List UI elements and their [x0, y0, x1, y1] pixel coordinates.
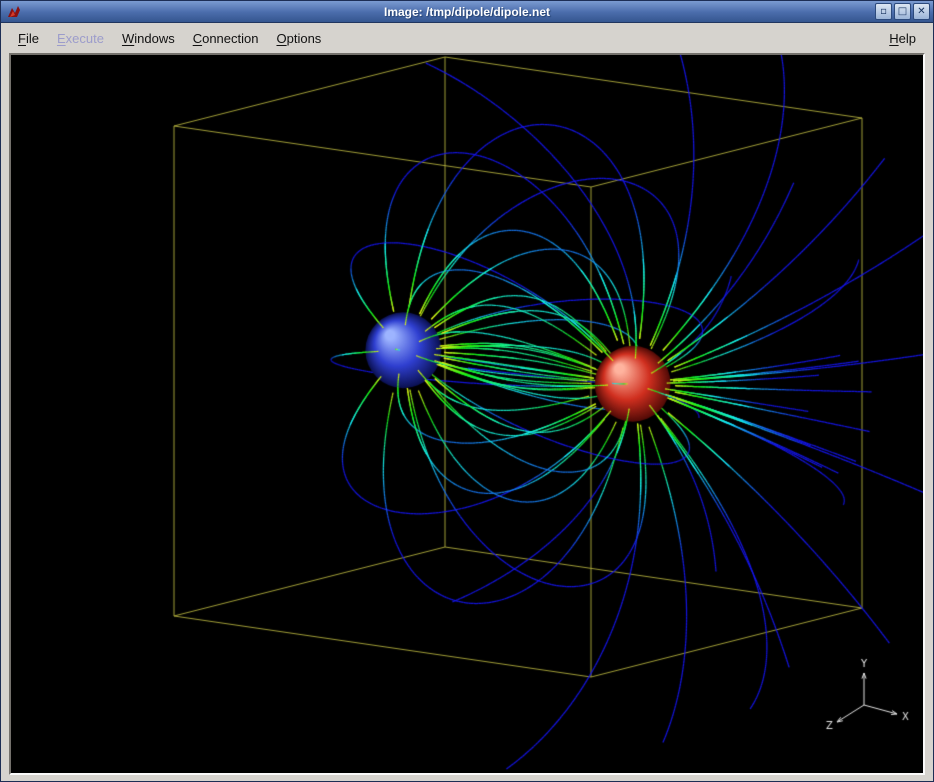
- close-button[interactable]: ✕: [913, 3, 930, 20]
- app-window: Image: /tmp/dipole/dipole.net ▫ □ ✕ File…: [0, 0, 934, 782]
- window-title: Image: /tmp/dipole/dipole.net: [1, 5, 933, 19]
- titlebar[interactable]: Image: /tmp/dipole/dipole.net ▫ □ ✕: [1, 1, 933, 23]
- menu-options[interactable]: Options: [267, 26, 330, 51]
- opendx-logo-icon: [6, 4, 22, 20]
- maximize-button[interactable]: □: [894, 3, 911, 20]
- menu-file[interactable]: File: [9, 26, 48, 51]
- menu-help[interactable]: Help: [880, 26, 925, 51]
- minimize-button[interactable]: ▫: [875, 3, 892, 20]
- menu-execute[interactable]: Execute: [48, 26, 113, 51]
- menu-connection[interactable]: Connection: [184, 26, 268, 51]
- window-controls: ▫ □ ✕: [875, 3, 930, 20]
- menubar: File Execute Windows Connection Options …: [1, 23, 933, 53]
- menu-windows[interactable]: Windows: [113, 26, 184, 51]
- scene-canvas[interactable]: [11, 55, 925, 775]
- image-viewport: [9, 53, 925, 775]
